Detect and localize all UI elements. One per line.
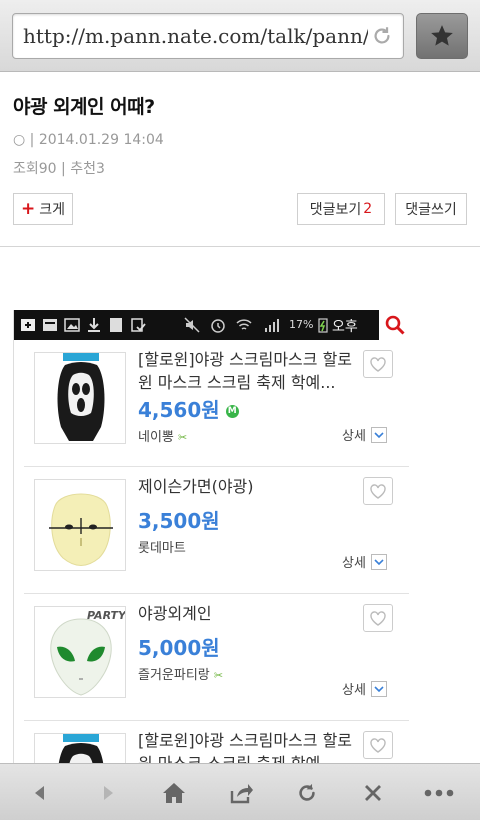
wishlist-button[interactable] xyxy=(363,604,393,632)
heart-icon xyxy=(370,737,386,753)
forward-button[interactable] xyxy=(93,778,123,808)
signal-icon xyxy=(265,319,279,332)
wishlist-button[interactable] xyxy=(363,731,393,759)
search-button[interactable] xyxy=(379,310,410,340)
heart-icon xyxy=(370,483,386,499)
forward-icon xyxy=(104,786,113,800)
product-seller[interactable]: 롯데마트 xyxy=(138,537,186,556)
product-item[interactable]: 제이슨가면(야광) 3,500원 롯데마트 상세 xyxy=(24,467,409,594)
view-comments-button[interactable]: 댓글보기 2 xyxy=(297,193,385,225)
write-comment-button[interactable]: 댓글쓰기 xyxy=(395,193,467,225)
chevron-down-icon xyxy=(370,553,387,570)
product-price: 3,500원 xyxy=(138,509,220,533)
product-name[interactable]: [할로윈]야광 스크림마스크 할로윈 마스크 스크림 축제 학예... xyxy=(138,348,358,394)
gallery-icon xyxy=(64,318,80,332)
mobile-badge-icon: M xyxy=(225,405,239,418)
product-thumbnail[interactable]: PARTY xyxy=(34,606,126,698)
star-icon xyxy=(431,25,453,46)
back-button[interactable] xyxy=(25,778,55,808)
address-text[interactable]: http://m.pann.nate.com/talk/pann/32 xyxy=(23,24,368,48)
download-icon xyxy=(88,318,100,332)
post-meta: ○ | 2014.01.29 14:04 xyxy=(13,132,164,148)
search-icon xyxy=(385,315,405,335)
leaf-icon: ✂ xyxy=(213,669,224,682)
plus-icon: + xyxy=(20,199,36,219)
status-time: 오후 xyxy=(332,319,358,335)
product-item[interactable]: PARTY 야광외계인 5,000원 즐거운파티랑 ✂ 상세 xyxy=(24,594,409,721)
chevron-down-icon xyxy=(370,680,387,697)
clipboard-check-icon xyxy=(131,318,146,332)
reload-button[interactable] xyxy=(292,778,322,808)
more-button[interactable] xyxy=(424,778,454,808)
mute-icon xyxy=(184,317,200,333)
browser-url-bar: http://m.pann.nate.com/talk/pann/32 xyxy=(0,0,480,72)
detail-label: 상세 xyxy=(342,683,366,698)
alarm-icon xyxy=(211,319,225,333)
screen-icon xyxy=(43,319,57,331)
address-field[interactable]: http://m.pann.nate.com/talk/pann/32 xyxy=(12,13,404,59)
seller-name: 즐거운파티랑 xyxy=(138,668,210,683)
close-button[interactable] xyxy=(358,778,388,808)
product-price-value: 4,560원 xyxy=(138,398,220,422)
heart-icon xyxy=(370,356,386,372)
heart-icon xyxy=(370,610,386,626)
back-icon xyxy=(35,786,44,800)
product-item[interactable]: [할로윈]야광 스크림마스크 할로윈 마스크 스크림 축제 학예... xyxy=(24,721,409,765)
product-price: 4,560원 M xyxy=(138,394,239,423)
enlarge-button[interactable]: + 크게 xyxy=(13,193,73,225)
battery-icon xyxy=(318,318,328,333)
product-name[interactable]: 야광외계인 xyxy=(138,602,358,625)
seller-name: 네이뽕 xyxy=(138,430,174,445)
share-icon xyxy=(230,784,253,804)
product-thumbnail[interactable] xyxy=(34,352,126,444)
chevron-down-icon xyxy=(370,426,387,443)
product-name[interactable]: [할로윈]야광 스크림마스크 할로윈 마스크 스크림 축제 학예... xyxy=(138,729,358,765)
embedded-screenshot: 17% 오후 [할로윈]야광 스크림마스크 할로윈 마스크 스크림 축제 학예.… xyxy=(13,310,410,765)
product-list: [할로윈]야광 스크림마스크 할로윈 마스크 스크림 축제 학예... 4,56… xyxy=(24,340,409,765)
product-seller[interactable]: 네이뽕 ✂ xyxy=(138,426,187,445)
wishlist-button[interactable] xyxy=(363,477,393,505)
browser-toolbar xyxy=(0,763,480,820)
product-price: 5,000원 xyxy=(138,636,220,660)
post-title: 야광 외계인 어때? xyxy=(13,96,155,118)
post-stats: 조회90 | 추천3 xyxy=(13,161,105,177)
detail-button[interactable]: 상세 xyxy=(342,552,387,571)
party-caption: PARTY xyxy=(87,609,126,622)
share-button[interactable] xyxy=(226,778,256,808)
product-thumbnail[interactable] xyxy=(34,479,126,571)
battery-percent: 17% xyxy=(289,318,314,331)
wifi-icon xyxy=(236,319,252,330)
product-item[interactable]: [할로윈]야광 스크림마스크 할로윈 마스크 스크림 축제 학예... 4,56… xyxy=(24,340,409,467)
more-icon xyxy=(424,789,454,797)
home-icon xyxy=(163,783,185,803)
divider xyxy=(0,246,480,247)
scream-mask-image xyxy=(57,353,105,441)
product-thumbnail[interactable] xyxy=(34,733,126,765)
jason-mask-image xyxy=(49,493,113,566)
wishlist-button[interactable] xyxy=(363,350,393,378)
reload-icon xyxy=(299,783,315,801)
memo-icon xyxy=(110,318,122,332)
reload-icon[interactable] xyxy=(371,25,393,47)
product-name[interactable]: 제이슨가면(야광) xyxy=(138,475,358,498)
scream-mask-image xyxy=(58,734,104,765)
comment-count: 2 xyxy=(363,201,373,217)
bookmark-button[interactable] xyxy=(416,13,468,59)
leaf-icon: ✂ xyxy=(178,431,188,444)
detail-label: 상세 xyxy=(342,429,366,444)
add-icon xyxy=(21,319,35,331)
home-button[interactable] xyxy=(159,778,189,808)
view-comments-label: 댓글보기 xyxy=(309,202,362,218)
detail-label: 상세 xyxy=(342,556,366,571)
detail-button[interactable]: 상세 xyxy=(342,425,387,444)
product-seller[interactable]: 즐거운파티랑 ✂ xyxy=(138,664,223,683)
status-bar: 17% 오후 xyxy=(14,310,410,340)
write-comment-label: 댓글쓰기 xyxy=(405,202,457,218)
enlarge-label: 크게 xyxy=(39,202,65,218)
close-icon xyxy=(365,785,381,801)
detail-button[interactable]: 상세 xyxy=(342,679,387,698)
